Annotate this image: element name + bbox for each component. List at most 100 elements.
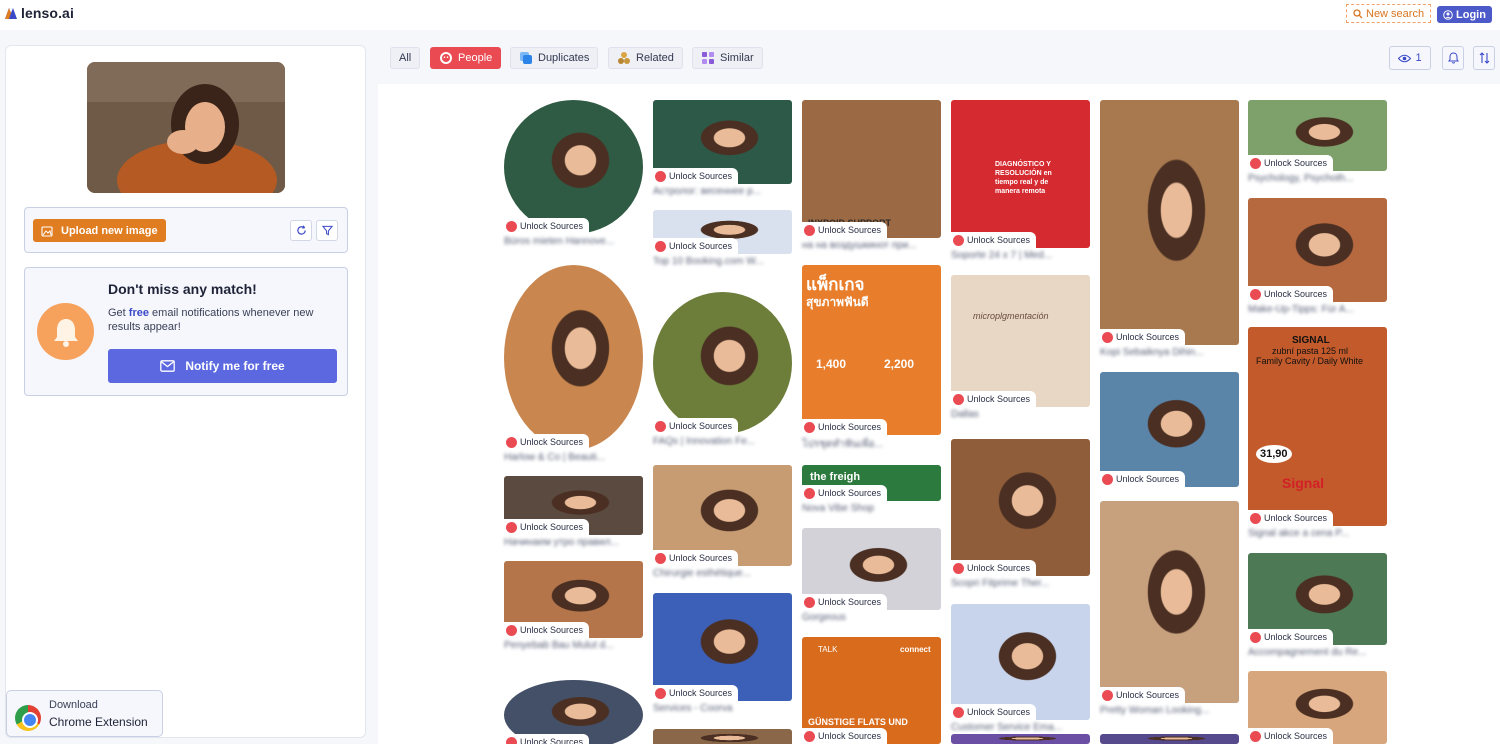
unlock-sources-badge[interactable]: Unlock Sources <box>653 168 739 184</box>
result-caption[interactable]: Penyebab Bau Mulut d... <box>504 640 643 653</box>
result-caption[interactable]: Harlow & Co | Beauti... <box>504 452 643 465</box>
result-card[interactable]: Unlock Sources <box>1248 671 1387 744</box>
result-caption[interactable]: โปรชุดทำฟันเพื่อ... <box>802 437 941 450</box>
result-card[interactable]: Unlock Sources <box>1100 372 1239 502</box>
result-thumbnail[interactable]: แพ็กเกจ สุขภาพฟันดี 1,400 2,200 <box>802 265 941 435</box>
result-card[interactable]: Unlock Sources Penyebab Bau Mulut d... <box>504 561 643 653</box>
unlock-sources-badge[interactable]: Unlock Sources <box>802 728 888 744</box>
unlock-sources-badge[interactable]: Unlock Sources <box>802 222 888 238</box>
result-thumbnail[interactable]: INXPOID SUPPORT <box>802 100 941 238</box>
result-thumbnail[interactable] <box>504 100 643 234</box>
result-thumbnail[interactable] <box>951 604 1090 720</box>
result-card[interactable]: Unlock Sources Pretty Woman Looking... <box>1100 501 1239 718</box>
unlock-sources-badge[interactable]: Unlock Sources <box>1248 629 1334 645</box>
view-count-button[interactable]: 1 <box>1389 46 1431 70</box>
unlock-sources-badge[interactable]: Unlock Sources <box>504 218 590 234</box>
result-caption[interactable]: Psychology, Psychoth... <box>1248 173 1387 186</box>
result-card[interactable]: SIGNAL zubní pasta 125 ml Family Cavity / … <box>1248 327 1387 541</box>
result-card[interactable]: Unlock Sources Chirurgie esthétique... <box>653 465 792 581</box>
result-card[interactable]: Unlock Sources <box>504 680 643 744</box>
result-card[interactable]: Unlock Sources Büros mieten Hannove... <box>504 100 643 249</box>
unlock-sources-badge[interactable]: Unlock Sources <box>653 550 739 566</box>
result-card[interactable]: Unlock Sources Psychology, Psychoth... <box>1248 100 1387 186</box>
tab-duplicates[interactable]: Duplicates <box>510 47 599 69</box>
result-caption[interactable]: Chirurgie esthétique... <box>653 568 792 581</box>
new-search-button[interactable]: New search <box>1346 4 1432 23</box>
result-caption[interactable]: FAQs | Innovation Fe... <box>653 436 792 449</box>
result-thumbnail[interactable] <box>1100 734 1239 744</box>
unlock-sources-badge[interactable]: Unlock Sources <box>802 594 888 610</box>
result-thumbnail[interactable] <box>504 265 643 450</box>
unlock-sources-badge[interactable]: Unlock Sources <box>653 685 739 701</box>
result-card[interactable] <box>1100 734 1239 744</box>
result-caption[interactable]: Gorgeous <box>802 612 941 625</box>
result-card[interactable]: Unlock Sources Top 10 Booking.com W... <box>653 210 792 269</box>
result-caption[interactable]: Nova Vibe Shop <box>802 503 941 516</box>
result-card[interactable]: DIAGNÓSTICO Y RESOLUCIÓN en tiempo real … <box>951 100 1090 263</box>
result-thumbnail[interactable] <box>1100 372 1239 487</box>
unlock-sources-badge[interactable]: Unlock Sources <box>951 391 1037 407</box>
unlock-sources-badge[interactable]: Unlock Sources <box>1248 286 1334 302</box>
result-card[interactable]: Unlock Sources Gorgeous <box>802 528 941 625</box>
notify-me-button[interactable]: Notify me for free <box>108 349 337 383</box>
result-card[interactable]: Unlock Sources Астролог: весеннее р... <box>653 100 792 199</box>
result-card[interactable]: the freigh Unlock Sources Nova Vibe Shop <box>802 465 941 516</box>
result-card[interactable]: Unlock Sources FAQs | Innovation Fe... <box>653 292 792 449</box>
result-thumbnail[interactable] <box>1100 100 1239 345</box>
result-caption[interactable]: Top 10 Booking.com W... <box>653 256 792 269</box>
sort-button[interactable] <box>1473 46 1495 70</box>
result-card[interactable]: Unlock Sources Make-Up-Tipps: Für A... <box>1248 198 1387 317</box>
result-card[interactable]: microplgmentación Unlock Sources Dallas <box>951 275 1090 422</box>
result-caption[interactable]: Soporte 24 x 7 | Med... <box>951 250 1090 263</box>
result-card[interactable]: Unlock Sources Services - Coorva <box>653 593 792 716</box>
tab-people[interactable]: People <box>430 47 502 69</box>
result-caption[interactable]: Accompagnement du Re... <box>1248 647 1387 660</box>
alert-button[interactable] <box>1442 46 1464 70</box>
unlock-sources-badge[interactable]: Unlock Sources <box>1100 471 1186 487</box>
result-card[interactable]: Unlock Sources Accompagnement du Re... <box>1248 553 1387 660</box>
unlock-sources-badge[interactable]: Unlock Sources <box>504 519 590 535</box>
result-caption[interactable]: на на воздушкинот при... <box>802 240 941 253</box>
chrome-extension-banner[interactable]: Download Chrome Extension <box>6 690 163 737</box>
result-caption[interactable]: Pretty Woman Looking... <box>1100 705 1239 718</box>
unlock-sources-badge[interactable]: Unlock Sources <box>1248 155 1334 171</box>
result-thumbnail[interactable]: DIAGNÓSTICO Y RESOLUCIÓN en tiempo real … <box>951 100 1090 248</box>
result-caption[interactable]: Dallas <box>951 409 1090 422</box>
unlock-sources-badge[interactable]: Unlock Sources <box>802 485 888 501</box>
login-button[interactable]: Login <box>1437 6 1492 23</box>
result-thumbnail[interactable] <box>951 439 1090 576</box>
upload-new-image-button[interactable]: Upload new image <box>33 219 166 242</box>
result-caption[interactable]: Scopri Fitprime Ther... <box>951 578 1090 591</box>
result-thumbnail[interactable] <box>1100 501 1239 703</box>
result-thumbnail[interactable]: SIGNAL zubní pasta 125 ml Family Cavity / … <box>1248 327 1387 526</box>
unlock-sources-badge[interactable]: Unlock Sources <box>802 419 888 435</box>
tab-all[interactable]: All <box>390 47 421 69</box>
unlock-sources-badge[interactable]: Unlock Sources <box>1248 510 1334 526</box>
logo[interactable]: lenso.ai <box>4 5 74 21</box>
tab-related[interactable]: Related <box>608 47 683 69</box>
result-caption[interactable]: Kopi Sebaiknya Dihin... <box>1100 347 1239 360</box>
unlock-sources-badge[interactable]: Unlock Sources <box>653 238 739 254</box>
result-card[interactable]: INXPOID SUPPORTUnlock Sources на на возду… <box>802 100 941 253</box>
result-caption[interactable]: Büros mieten Hannove... <box>504 236 643 249</box>
result-card[interactable]: Unlock Sources Customer Service Ema... <box>951 604 1090 735</box>
unlock-sources-badge[interactable]: Unlock Sources <box>504 734 590 744</box>
result-thumbnail[interactable] <box>653 729 792 744</box>
unlock-sources-badge[interactable]: Unlock Sources <box>951 232 1037 248</box>
unlock-sources-badge[interactable]: Unlock Sources <box>951 704 1037 720</box>
result-caption[interactable]: Services - Coorva <box>653 703 792 716</box>
result-card[interactable]: Unlock Sources Scopri Fitprime Ther... <box>951 439 1090 591</box>
unlock-sources-badge[interactable]: Unlock Sources <box>504 622 590 638</box>
result-card[interactable]: แพ็กเกจ สุขภาพฟันดี 1,400 2,200 Unlock Sourc… <box>802 265 941 450</box>
tab-similar[interactable]: Similar <box>692 47 763 69</box>
result-card[interactable] <box>653 729 792 744</box>
result-thumbnail[interactable]: microplgmentación <box>951 275 1090 407</box>
result-card[interactable]: Unlock Sources Harlow & Co | Beauti... <box>504 265 643 465</box>
result-card[interactable]: connectTALKGÜNSTIGE FLATS UND STARKES NE… <box>802 637 941 744</box>
unlock-sources-badge[interactable]: Unlock Sources <box>653 418 739 434</box>
result-card[interactable]: Unlock Sources Kopi Sebaiknya Dihin... <box>1100 100 1239 360</box>
unlock-sources-badge[interactable]: Unlock Sources <box>951 560 1037 576</box>
result-caption[interactable]: Начинаем утро правил... <box>504 537 643 550</box>
filter-button[interactable] <box>316 220 338 241</box>
result-card[interactable]: Unlock Sources Начинаем утро правил... <box>504 476 643 550</box>
